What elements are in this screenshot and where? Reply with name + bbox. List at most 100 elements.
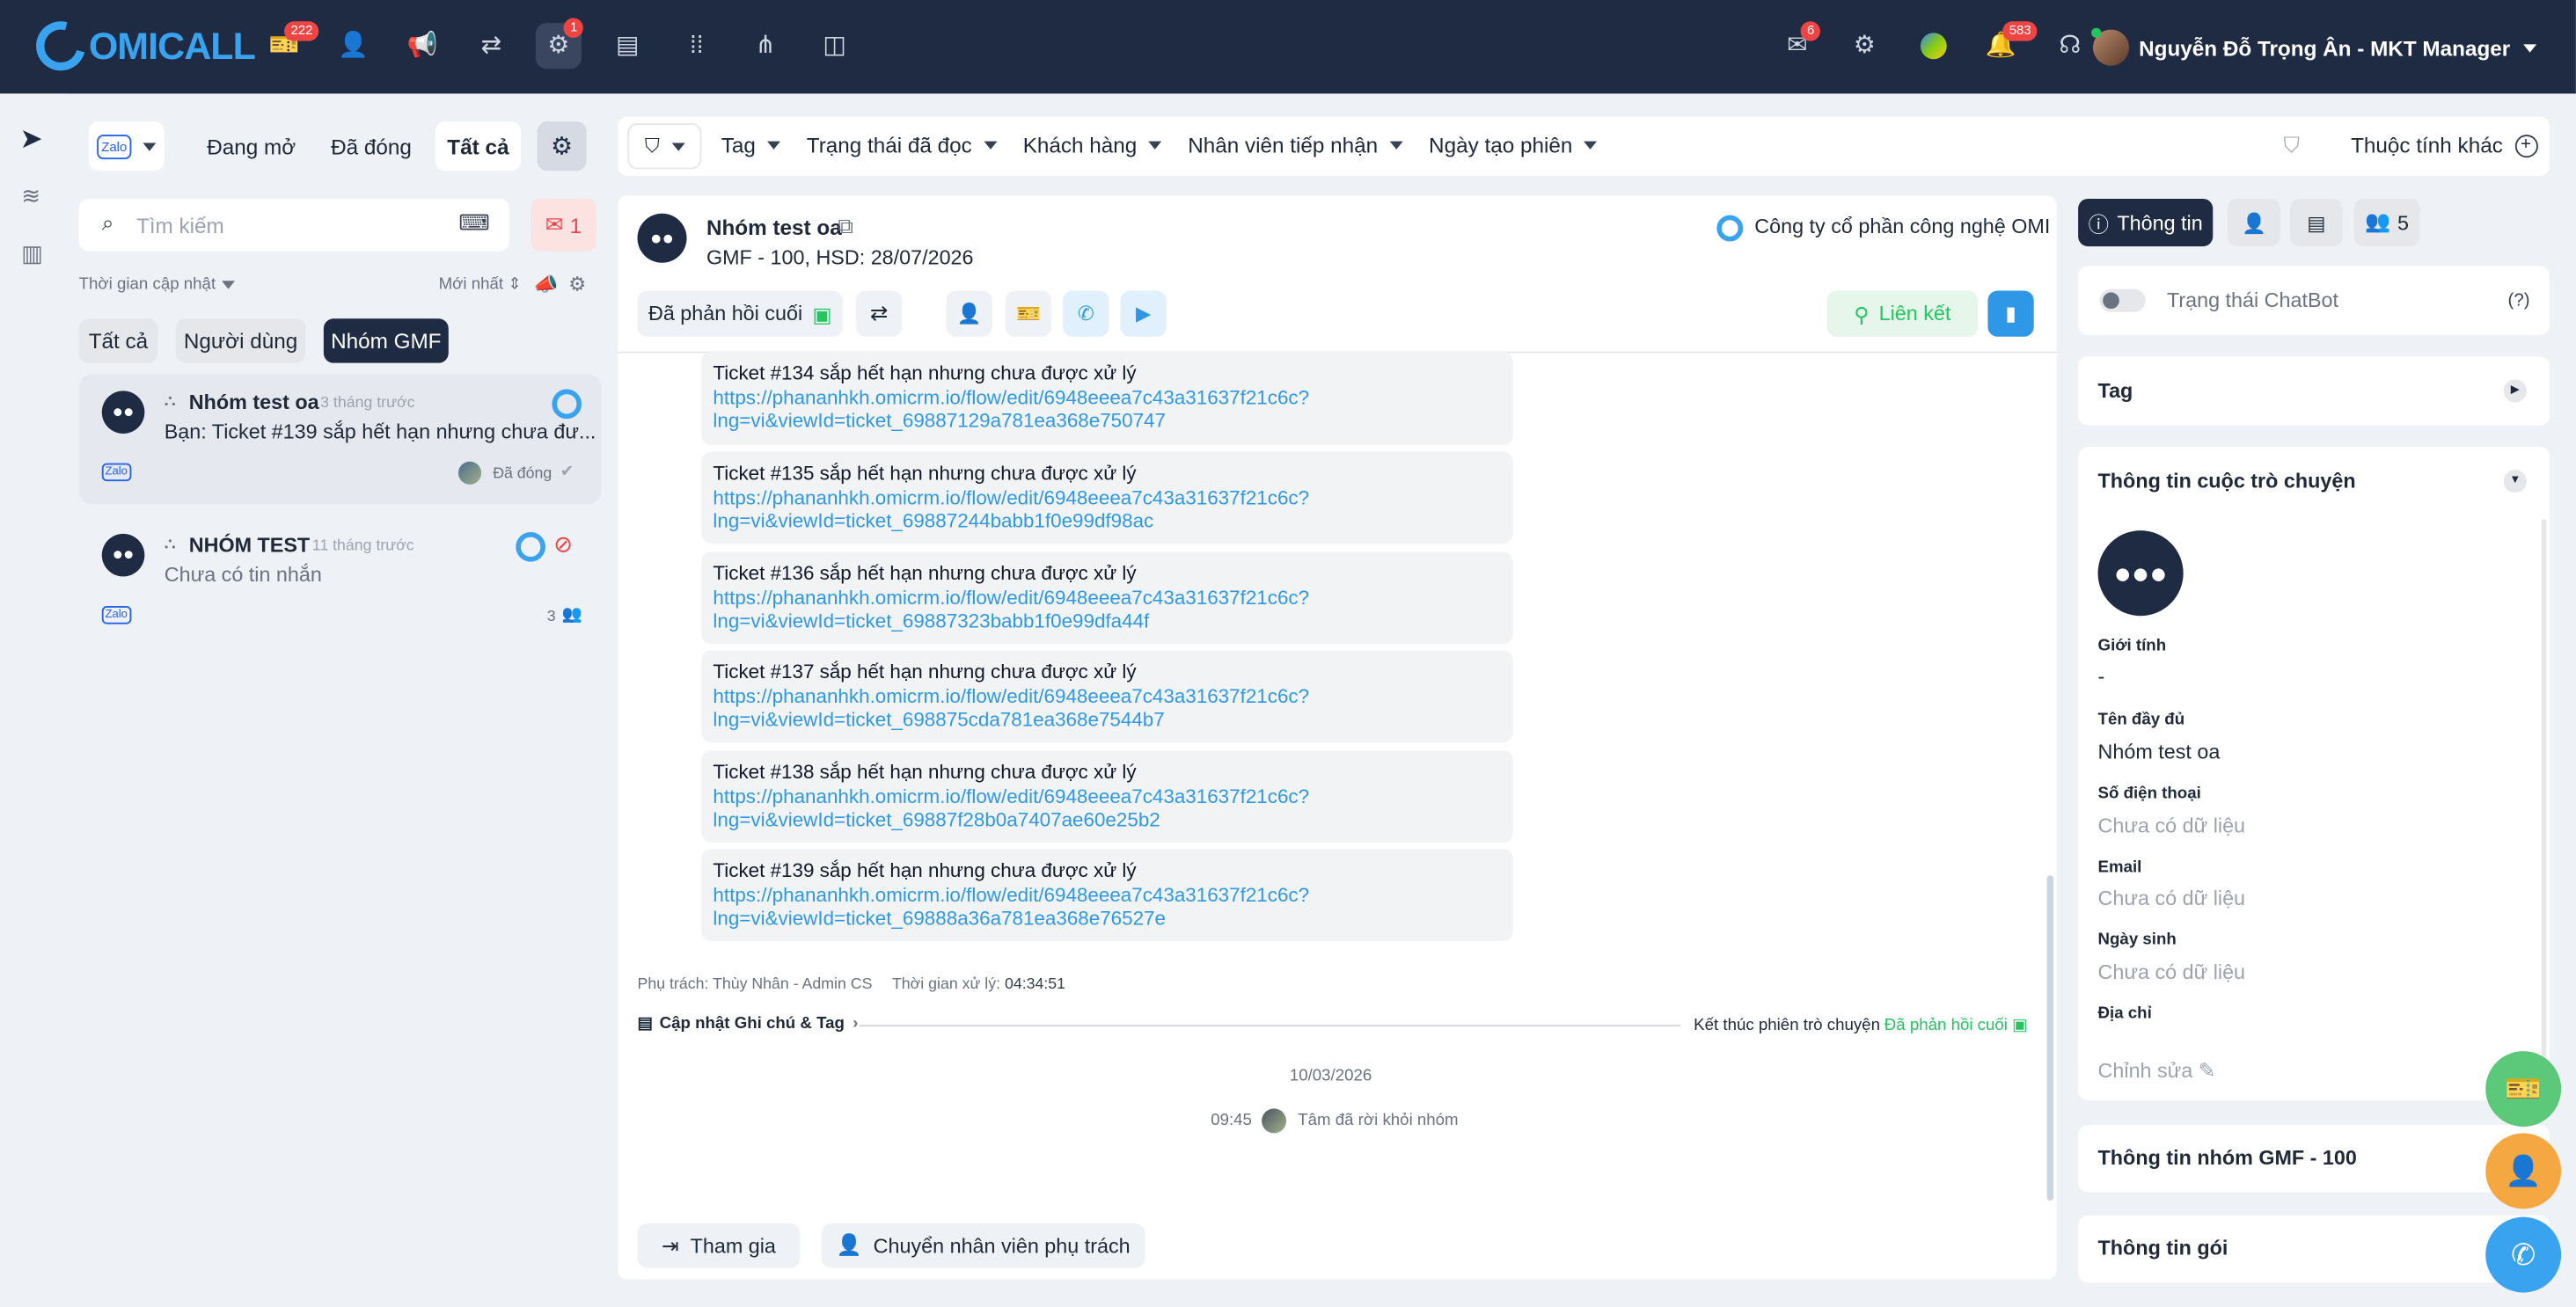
last-replied-status: Đã phản hồi cuối ▣ (637, 290, 843, 337)
conversation-item[interactable]: ●● ⛬ NHÓM TEST 11 tháng trước ⊘ Chưa có … (79, 517, 602, 647)
notes-tab-icon[interactable]: ▤ (2290, 198, 2343, 247)
add-user-icon[interactable]: 👤 (946, 290, 992, 337)
message-link[interactable]: https://phananhkh.omicrm.io/flow/edit/69… (713, 785, 1501, 808)
tag-card[interactable]: Tag ▶ (2078, 356, 2550, 426)
external-link-icon[interactable]: ⧉ (838, 214, 853, 240)
toggle-sidebar-icon[interactable]: ▮ (1987, 290, 2034, 337)
package-info-card[interactable]: Thông tin gói (2078, 1215, 2550, 1283)
apps-icon[interactable]: ⁞⁞ (680, 30, 713, 62)
user-settings-icon[interactable]: ⚙ (568, 273, 586, 296)
user-settings-tab-icon[interactable]: 👤 (2228, 198, 2280, 247)
contact-icon[interactable]: 👤 (337, 30, 370, 62)
filter-all[interactable]: Tất cả (78, 318, 158, 363)
members-tab[interactable]: 👥 5 (2353, 198, 2420, 247)
field-label-phone: Số điện thoại (2097, 785, 2201, 804)
settings-icon[interactable]: ⚙ (1848, 30, 1881, 62)
field-label-gender: Giới tính (2097, 637, 2167, 656)
update-note-tag-button[interactable]: ▤ Cập nhật Ghi chú & Tag › (638, 1015, 859, 1033)
link-button[interactable]: ⚲ Liên kết (1826, 290, 1979, 337)
tab-open[interactable]: Đang mở (197, 121, 305, 171)
user-menu[interactable]: Nguyễn Đỗ Trọng Ân - MKT Manager (2090, 27, 2537, 66)
message-link[interactable]: lng=vi&viewId=ticket_69887129a781ea368e7… (713, 409, 1501, 433)
message-link[interactable]: lng=vi&viewId=ticket_698875cda781ea368e7… (713, 708, 1501, 732)
info-scrollbar[interactable] (2541, 519, 2547, 1058)
bell-icon[interactable]: 🔔 583 (1985, 21, 2038, 62)
ticket-icon[interactable]: 🎫 222 (267, 21, 319, 62)
phone-icon[interactable]: ✆ (1063, 290, 1109, 337)
message-link[interactable]: https://phananhkh.omicrm.io/flow/edit/69… (713, 586, 1501, 610)
megaphone-icon[interactable]: 📣 (534, 273, 559, 296)
search-box[interactable]: ⌕ Tìm kiếm ⌨ (78, 198, 509, 252)
keyboard-icon[interactable]: ⌨ (458, 210, 489, 237)
chevron-right-icon: › (853, 1014, 859, 1033)
unread-button[interactable]: ✉ 1 (531, 198, 596, 252)
chat-subtitle: GMF - 100, HSD: 28/07/2026 (706, 246, 974, 270)
event-text: Tâm đã rời khỏi nhóm (1298, 1112, 1459, 1130)
chat-scrollbar[interactable] (2046, 875, 2054, 1201)
layers-icon[interactable]: ≋ (21, 182, 40, 210)
agent-avatar (457, 461, 482, 485)
tab-info[interactable]: ⓘ Thông tin (2078, 198, 2214, 247)
info-icon: ⓘ (2088, 213, 2110, 237)
tab-closed[interactable]: Đã đóng (320, 121, 422, 171)
add-contact-fab-icon[interactable]: 👤 (2485, 1133, 2562, 1209)
message-link[interactable]: lng=vi&viewId=ticket_69887f28b0a7407ae60… (713, 808, 1501, 832)
filter-customer[interactable]: Khách hàng (1023, 133, 1162, 157)
group-info-card[interactable]: Thông tin nhóm GMF - 100 (2078, 1125, 2550, 1193)
chevron-down-icon (1148, 141, 1162, 150)
sort-by[interactable]: Thời gian cập nhật (79, 276, 236, 294)
analytics-icon[interactable]: ◫ (818, 30, 851, 62)
tab-all[interactable]: Tất cả (435, 121, 521, 172)
search-input[interactable]: Tìm kiếm (136, 214, 224, 238)
help-icon[interactable]: (?) (2508, 291, 2530, 310)
clear-filter-icon[interactable]: ⛉ (2284, 133, 2300, 159)
more-attributes-button[interactable]: Thuộc tính khác + (2351, 133, 2538, 157)
inbox-icon[interactable]: ✉ 6 (1781, 21, 1821, 62)
channel-select[interactable]: Zalo (88, 121, 165, 172)
send-icon[interactable]: ➤ (19, 123, 43, 156)
create-ticket-fab-icon[interactable]: 🎫 (2485, 1051, 2562, 1127)
campaign-icon[interactable]: 📢 (406, 30, 438, 62)
org-chart-icon[interactable]: ⋔ (749, 30, 781, 62)
message-link[interactable]: lng=vi&viewId=ticket_69887323babb1f0e99d… (713, 610, 1501, 633)
message-link[interactable]: lng=vi&viewId=ticket_69888a36a781ea368e7… (713, 907, 1501, 931)
message-link[interactable]: https://phananhkh.omicrm.io/flow/edit/69… (713, 883, 1501, 907)
session-end-status-label: Đã phản hồi cuối (1884, 1016, 2008, 1035)
filter-created-date[interactable]: Ngày tạo phiên (1429, 133, 1598, 157)
filter-button[interactable]: ⛉ (627, 123, 702, 170)
message-link[interactable]: lng=vi&viewId=ticket_69887244babb1f0e99d… (713, 509, 1501, 533)
chatbot-toggle[interactable] (2099, 288, 2146, 312)
filter-gmf-groups[interactable]: Nhóm GMF (323, 318, 449, 363)
conversation-name: NHÓM TEST (188, 533, 311, 558)
unread-count: 1 (569, 212, 582, 237)
gear-icon[interactable]: ⚙ (537, 121, 587, 172)
message-link[interactable]: https://phananhkh.omicrm.io/flow/edit/69… (713, 486, 1501, 509)
sort-order[interactable]: Mới nhất ⇕ (439, 276, 522, 295)
omicall-logo[interactable]: OMICALL (26, 12, 256, 80)
flow-icon[interactable]: ⇄ (475, 30, 508, 62)
message-link[interactable]: https://phananhkh.omicrm.io/flow/edit/69… (713, 385, 1501, 409)
filter-users[interactable]: Người dùng (175, 318, 306, 363)
bell-badge: 583 (2002, 21, 2038, 41)
field-value-email: Chưa có dữ liệu (2097, 887, 2246, 910)
report-icon[interactable]: ▤ (611, 30, 644, 62)
chevron-right-icon[interactable]: ▶ (2503, 379, 2527, 403)
video-icon[interactable]: ▶ (1120, 290, 1167, 337)
support-icon[interactable]: ⚙ 1 (535, 18, 584, 69)
call-fab-icon[interactable]: ✆ (2485, 1216, 2562, 1293)
filter-agent[interactable]: Nhân viên tiếp nhận (1188, 133, 1403, 157)
status-globe-icon[interactable] (1917, 30, 1950, 62)
headset-icon[interactable]: ☊ (2053, 30, 2086, 62)
message-text: Ticket #134 sắp hết hạn nhưng chưa được … (713, 361, 1137, 384)
workflow-icon[interactable]: ⇄ (855, 290, 903, 337)
join-button[interactable]: ⇥ Tham gia (637, 1223, 801, 1268)
conversation-item[interactable]: ●● ⛬ Nhóm test oa 3 tháng trước Bạn: Tic… (78, 374, 602, 505)
filter-read-status[interactable]: Trạng thái đã đọc (807, 133, 997, 157)
filter-tag[interactable]: Tag (721, 133, 780, 157)
message-link[interactable]: https://phananhkh.omicrm.io/flow/edit/69… (713, 684, 1501, 708)
chevron-down-icon[interactable]: ▼ (2503, 470, 2527, 493)
chart-icon[interactable]: ▥ (21, 240, 43, 268)
edit-button[interactable]: Chỉnh sửa ✎ (2098, 1058, 2216, 1082)
ticket-create-icon[interactable]: 🎫 (1005, 290, 1052, 337)
transfer-agent-button[interactable]: 👤 Chuyển nhân viên phụ trách (821, 1223, 1145, 1268)
